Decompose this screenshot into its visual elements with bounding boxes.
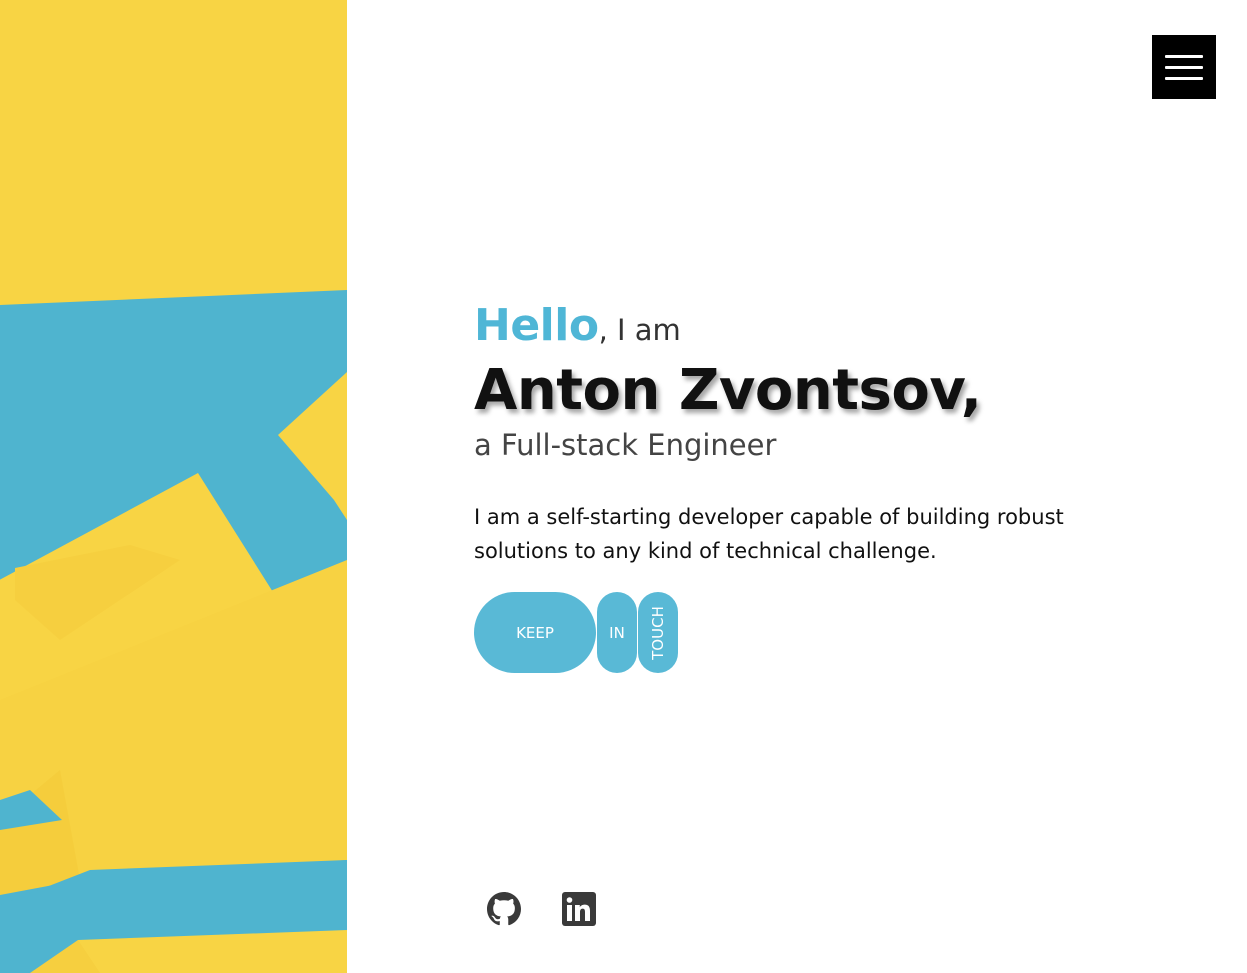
github-link[interactable]	[487, 892, 521, 926]
cta-word-keep-label: KEEP	[516, 623, 554, 642]
greeting-suffix: , I am	[598, 313, 681, 347]
keep-in-touch-word-in[interactable]: IN	[597, 592, 637, 673]
keep-in-touch-word-keep[interactable]: KEEP	[474, 592, 596, 673]
decorative-art-panel	[0, 0, 347, 973]
developer-name: Anton Zvontsov,	[474, 358, 982, 423]
greeting-hello: Hello	[474, 300, 599, 351]
cta-word-in-label: IN	[609, 623, 625, 642]
abstract-paper-shapes	[0, 0, 347, 973]
developer-role: a Full-stack Engineer	[474, 428, 777, 462]
page: Hello, I am Anton Zvontsov, a Full-stack…	[0, 0, 1247, 973]
greeting: Hello, I am	[474, 300, 681, 351]
developer-description: I am a self-starting developer capable o…	[474, 505, 1064, 563]
linkedin-link[interactable]	[562, 892, 596, 926]
github-icon	[487, 892, 521, 926]
linkedin-icon	[562, 892, 596, 926]
cta-word-touch-label: TOUCH	[649, 605, 668, 660]
menu-button[interactable]	[1152, 35, 1216, 99]
keep-in-touch-word-touch[interactable]: TOUCH	[638, 592, 678, 673]
